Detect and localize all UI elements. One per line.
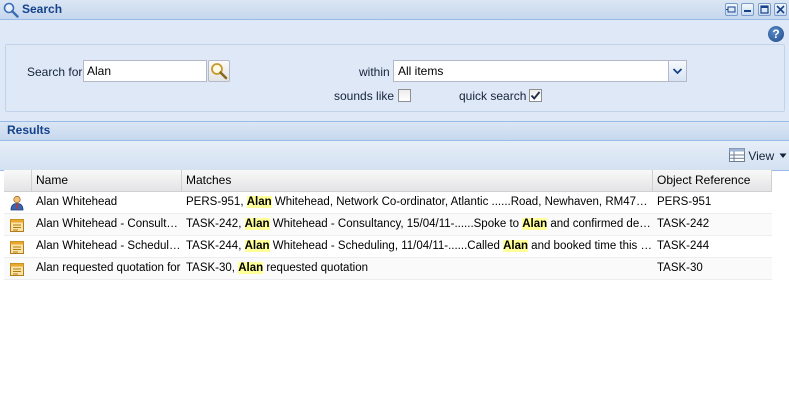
table-row[interactable]: Alan Whitehead - Scheduling TASK-244, Al… bbox=[4, 236, 772, 258]
results-title: Results bbox=[7, 123, 51, 137]
match-highlight: Alan bbox=[244, 240, 270, 252]
pin-icon bbox=[726, 6, 736, 13]
quick-search-label: quick search bbox=[459, 89, 527, 103]
window-titlebar: Search bbox=[0, 0, 789, 20]
column-header-matches[interactable]: Matches bbox=[182, 170, 653, 191]
close-icon bbox=[776, 5, 785, 14]
results-toolbar: View bbox=[0, 141, 789, 171]
match-highlight: Alan bbox=[244, 218, 270, 230]
results-header: Results bbox=[0, 122, 789, 141]
match-highlight: Alan bbox=[503, 240, 528, 252]
caret-down-icon bbox=[779, 153, 787, 158]
grid-header: Name Matches Object Reference bbox=[4, 170, 772, 192]
cell-object-reference: TASK-30 bbox=[657, 262, 703, 274]
maximize-icon bbox=[760, 5, 769, 14]
search-input[interactable] bbox=[83, 60, 207, 82]
cell-object-reference: PERS-951 bbox=[657, 196, 712, 208]
maximize-button[interactable] bbox=[758, 3, 771, 16]
within-label: within bbox=[359, 65, 390, 79]
magnifier-icon bbox=[3, 2, 19, 18]
match-highlight: Alan bbox=[246, 196, 272, 208]
chevron-down-icon bbox=[672, 68, 683, 75]
cell-object-reference: TASK-242 bbox=[657, 218, 710, 230]
window-title: Search bbox=[22, 2, 63, 16]
table-row[interactable]: Alan Whitehead PERS-951, Alan Whitehead,… bbox=[4, 192, 772, 214]
task-icon bbox=[10, 219, 24, 232]
cell-matches: TASK-244, Alan Whitehead - Scheduling, 1… bbox=[186, 240, 653, 252]
help-icon[interactable]: ? bbox=[768, 26, 784, 42]
sounds-like-checkbox[interactable] bbox=[398, 89, 411, 102]
search-button[interactable] bbox=[208, 60, 230, 82]
table-row[interactable]: Alan Whitehead - Consultancy TASK-242, A… bbox=[4, 214, 772, 236]
grid-view-icon bbox=[729, 148, 745, 162]
search-panel: ? Search for within All items sounds lik… bbox=[0, 20, 789, 122]
cell-name: Alan Whitehead - Consultancy bbox=[36, 218, 182, 230]
person-icon bbox=[10, 195, 24, 211]
magnifier-icon bbox=[211, 63, 228, 80]
sounds-like-label: sounds like bbox=[334, 89, 395, 103]
cell-matches: PERS-951, Alan Whitehead, Network Co-ord… bbox=[186, 196, 653, 208]
cell-matches: TASK-242, Alan Whitehead - Consultancy, … bbox=[186, 218, 653, 230]
cell-matches: TASK-30, Alan requested quotation bbox=[186, 262, 368, 274]
search-for-label: Search for bbox=[27, 65, 83, 79]
column-header-object-reference[interactable]: Object Reference bbox=[653, 170, 772, 191]
minimize-icon bbox=[744, 10, 751, 12]
cell-name: Alan requested quotation for bbox=[36, 262, 181, 274]
within-select-trigger[interactable] bbox=[668, 61, 686, 81]
pin-button[interactable] bbox=[725, 3, 738, 16]
minimize-button[interactable] bbox=[741, 3, 754, 16]
within-select[interactable]: All items bbox=[393, 60, 687, 82]
cell-name: Alan Whitehead bbox=[36, 196, 118, 208]
close-button[interactable] bbox=[774, 3, 787, 16]
checkmark-icon bbox=[530, 91, 541, 100]
search-form: Search for within All items sounds like … bbox=[5, 44, 785, 112]
match-highlight: Alan bbox=[238, 262, 264, 274]
match-highlight: Alan bbox=[522, 218, 548, 230]
task-icon bbox=[10, 241, 24, 254]
table-row[interactable]: Alan requested quotation for TASK-30, Al… bbox=[4, 258, 772, 280]
view-button-label: View bbox=[748, 149, 775, 163]
column-header-name[interactable]: Name bbox=[32, 170, 182, 191]
within-select-value: All items bbox=[398, 64, 444, 78]
cell-object-reference: TASK-244 bbox=[657, 240, 710, 252]
view-button[interactable]: View bbox=[729, 148, 787, 164]
column-header-icon bbox=[4, 170, 32, 191]
quick-search-checkbox[interactable] bbox=[529, 89, 542, 102]
cell-name: Alan Whitehead - Scheduling bbox=[36, 240, 182, 252]
task-icon bbox=[10, 263, 24, 276]
